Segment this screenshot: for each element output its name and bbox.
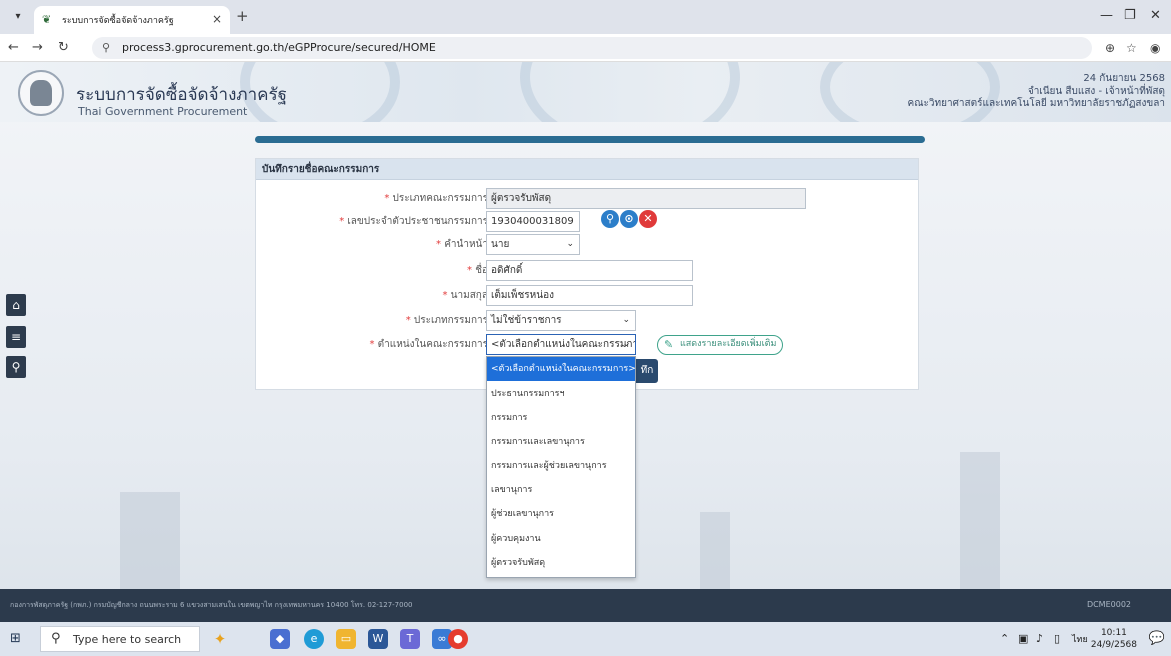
tab-search-menu-icon[interactable]: ▾ [10,9,26,25]
teams-icon[interactable]: T [400,629,420,649]
browser-tab[interactable]: ❦ ระบบการจัดซื้อจัดจ้างภาครัฐ × [34,6,230,34]
prefix-value: นาย [491,239,510,250]
dropdown-option[interactable]: เลขานุการ [487,478,635,502]
panel-title: บันทึกรายชื่อคณะกรรมการ [256,159,918,180]
dropdown-option[interactable]: <ตัวเลือกตำแหน่งในคณะกรรมการ> [487,357,636,381]
search-placeholder: Type here to search [73,633,182,646]
site-title: ระบบการจัดซื้อจัดจ้างภาครัฐ [76,85,288,105]
bookmark-star-icon[interactable]: ☆ [1126,41,1137,55]
new-tab-button[interactable]: + [236,7,249,25]
profile-icon[interactable]: ◉ [1150,41,1160,55]
browser-tab-bar: ▾ ❦ ระบบการจัดซื้อจัดจ้างภาครัฐ × + — ❐ … [0,0,1171,34]
egp-favicon-icon: ❦ [42,13,52,26]
back-icon[interactable]: ← [8,40,19,55]
sparkle-icon[interactable]: ✦ [210,629,230,649]
notification-icon[interactable]: 💬 [1149,631,1165,646]
edit-icon: ✎ [664,338,674,351]
battery-icon[interactable]: ▯ [1054,632,1060,645]
window-close-icon[interactable]: ✕ [1150,8,1161,23]
row-committee-type: * ประเภทคณะกรรมการ ผู้ตรวจรับพัสดุ [256,187,918,209]
dropdown-option[interactable]: ผู้ควบคุมงาน [487,527,635,551]
tray-chevron-icon[interactable]: ⌃ [1000,632,1009,645]
app-icon[interactable]: ◆ [270,629,290,649]
lookup-icon[interactable]: ⊙ [620,210,638,228]
clock-date: 24/9/2568 [1090,640,1137,650]
language-indicator[interactable]: ไทย [1072,632,1088,646]
label-prefix: * คำนำหน้า [436,239,488,250]
windows-taskbar: ⊞ ⚲ Type here to search ✦ ◆ e ▭ W T ∞ ● … [0,622,1171,656]
label-position: * ตำแหน่งในคณะกรรมการ [369,339,488,350]
committee-type-field: ผู้ตรวจรับพัสดุ [486,188,806,209]
chevron-down-icon: ⌄ [566,239,574,249]
prefix-select[interactable]: นาย ⌄ [486,234,580,255]
position-dropdown-list: <ตัวเลือกตำแหน่งในคณะกรรมการ> ประธานกรรม… [486,356,636,578]
progress-bar [255,136,925,143]
chevron-down-icon: ⌄ [622,315,630,325]
reload-icon[interactable]: ↻ [58,40,69,55]
row-last-name: * นามสกุล เต็มเพ็ชรหน่อง [256,284,918,306]
home-icon[interactable]: ⌂ [6,294,26,316]
address-bar: ← → ↻ ⚲ process3.gprocurement.go.th/eGPP… [0,34,1171,62]
label-committee-type: * ประเภทคณะกรรมการ [384,193,488,204]
member-type-value: ไม่ใช่ข้าราชการ [491,315,562,326]
row-member-type: * ประเภทกรรมการ ไม่ใช่ข้าราชการ ⌄ [256,309,918,331]
windows-start-icon[interactable]: ⊞ [10,631,26,647]
close-tab-icon[interactable]: × [212,12,222,26]
restore-icon[interactable]: ❐ [1124,8,1136,23]
menu-icon[interactable]: ≡ [6,326,26,348]
position-value: <ตัวเลือกตำแหน่งในคณะกรรมการ> [491,339,636,350]
clock-time: 10:11 [1100,628,1127,638]
label-first-name: * ชื่อ [467,265,488,276]
save-button[interactable]: ทึก [636,359,658,383]
chrome-icon[interactable]: ● [448,629,468,649]
citizen-id-input[interactable]: 1930400031809 [486,211,580,232]
taskbar-search[interactable]: ⚲ Type here to search [40,626,200,652]
search-person-icon[interactable]: ⚲ [601,210,619,228]
tab-title: ระบบการจัดซื้อจัดจ้างภาครัฐ [62,16,174,26]
position-select[interactable]: <ตัวเลือกตำแหน่งในคณะกรรมการ> ⌄ [486,334,636,355]
row-first-name: * ชื่อ อดิศักดิ์ [256,259,918,281]
row-citizen-id: * เลขประจำตัวประชาชนกรรมการ 193040003180… [256,210,918,232]
site-banner: ระบบการจัดซื้อจัดจ้างภาครัฐ Thai Governm… [0,62,1171,122]
page-body: ระบบการจัดซื้อจัดจ้างภาครัฐ Thai Governm… [0,62,1171,622]
zoom-icon[interactable]: ⊕ [1105,41,1115,55]
dropdown-option[interactable]: กรรมการและผู้ช่วยเลขานุการ [487,454,635,478]
page-code: DCME0002 [1086,600,1131,609]
dropdown-option[interactable]: ผู้ช่วยเลขานุการ [487,502,635,526]
show-details-label: แสดงรายละเอียดเพิ่มเติม [680,339,777,349]
label-citizen-id: * เลขประจำตัวประชาชนกรรมการ [339,216,488,227]
dropdown-option[interactable]: ผู้ตรวจรับพัสดุ [487,551,635,575]
label-last-name: * นามสกุล [442,290,488,301]
system-clock[interactable]: 10:11 24/9/2568 [1091,627,1137,651]
speaker-icon[interactable]: ♪ [1036,632,1043,645]
dropdown-option[interactable]: กรรมการและเลขานุการ [487,430,635,454]
first-name-input[interactable]: อดิศักดิ์ [486,260,693,281]
row-position: * ตำแหน่งในคณะกรรมการ <ตัวเลือกตำแหน่งใน… [256,333,918,355]
site-footer: กองการพัสดุภาครัฐ (กพภ.) กรมบัญชีกลาง ถน… [0,589,1171,622]
label-member-type: * ประเภทกรรมการ [405,315,488,326]
url-text: process3.gprocurement.go.th/eGPProcure/s… [122,41,436,54]
network-icon[interactable]: ▣ [1018,632,1028,645]
user-organization: คณะวิทยาศาสตร์และเทคโนโลยี มหาวิทยาลัยรา… [907,98,1165,109]
search-icon[interactable]: ⚲ [6,356,26,378]
url-field[interactable]: ⚲ process3.gprocurement.go.th/eGPProcure… [92,37,1092,59]
search-icon: ⚲ [51,631,61,646]
clear-icon[interactable]: ✕ [639,210,657,228]
row-prefix: * คำนำหน้า นาย ⌄ [256,233,918,255]
site-info-icon[interactable]: ⚲ [102,41,110,54]
word-icon[interactable]: W [368,629,388,649]
footer-address: กองการพัสดุภาครัฐ (กพภ.) กรมบัญชีกลาง ถน… [10,601,413,609]
member-type-select[interactable]: ไม่ใช่ข้าราชการ ⌄ [486,310,636,331]
show-details-button[interactable]: ✎ แสดงรายละเอียดเพิ่มเติม [657,335,783,355]
file-explorer-icon[interactable]: ▭ [336,629,356,649]
minimize-icon[interactable]: — [1100,8,1113,23]
chevron-down-icon: ⌄ [622,339,630,349]
edge-icon[interactable]: e [304,629,324,649]
dropdown-option[interactable]: ประธานกรรมการฯ [487,382,635,406]
gov-emblem-logo [18,70,64,116]
forward-icon[interactable]: → [32,40,43,55]
last-name-input[interactable]: เต็มเพ็ชรหน่อง [486,285,693,306]
site-subtitle: Thai Government Procurement [78,105,248,118]
dropdown-option[interactable]: กรรมการ [487,406,635,430]
